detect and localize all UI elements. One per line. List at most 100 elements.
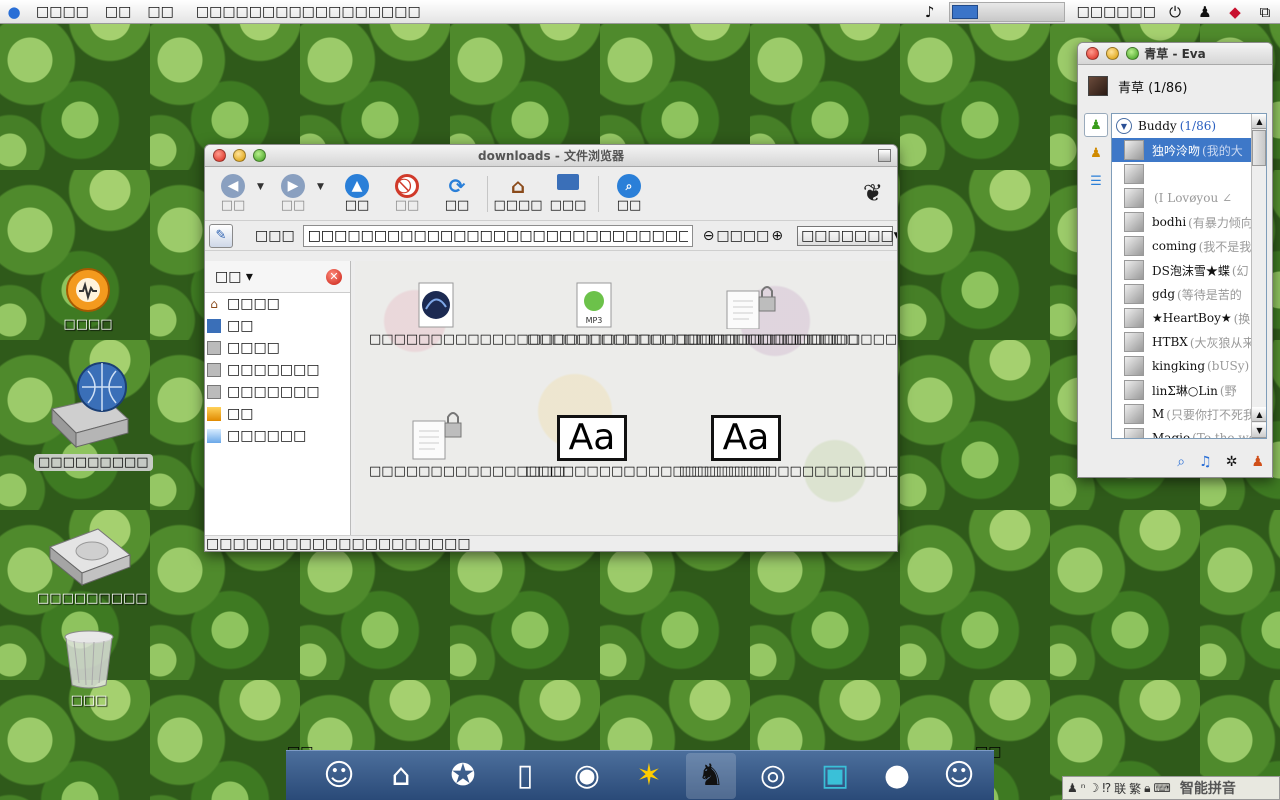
finder-icon[interactable]: ☺ bbox=[314, 753, 364, 799]
music-note-icon[interactable]: ♪ bbox=[919, 1, 941, 23]
buddy-avatar[interactable] bbox=[1124, 404, 1144, 424]
stop-button[interactable]: ⃠ □□ bbox=[383, 174, 431, 213]
buddy-avatar[interactable] bbox=[1124, 284, 1144, 304]
file-item[interactable]: □□□□□□□□□□□□□□□□□□□□□□□□□□□□□□□□□□□□□□□□… bbox=[369, 281, 897, 347]
finder-icon[interactable]: ☺ bbox=[934, 753, 984, 799]
ichat-icon[interactable]: ◉ bbox=[562, 753, 612, 799]
chevron-down-icon[interactable]: ▼ bbox=[1116, 118, 1132, 134]
ruby-icon[interactable]: ◆ bbox=[1224, 1, 1246, 23]
buddy-row[interactable]: gdg (等待是苦的 bbox=[1112, 282, 1266, 306]
clock[interactable]: □□□□□□ bbox=[1077, 4, 1156, 20]
buddy-row[interactable]: linΣ琳○Lin (野 bbox=[1112, 378, 1266, 402]
ime-mode-text[interactable]: 联 bbox=[1114, 780, 1126, 797]
zoom-in-icon[interactable]: ⊕ bbox=[771, 228, 783, 244]
file-browser-titlebar[interactable]: downloads - 文件浏览器 bbox=[205, 145, 897, 167]
home-button[interactable]: ⌂ □□□□ bbox=[493, 174, 542, 213]
zoom-out-icon[interactable]: ⊖ bbox=[703, 228, 715, 244]
menu-item-1[interactable]: □□ bbox=[97, 4, 139, 20]
buddy-row[interactable]: DS泡沫雪★蝶 (幻 bbox=[1112, 258, 1266, 282]
buddy-row[interactable]: bodhi (有暴力倾向 bbox=[1112, 210, 1266, 234]
minimize-button[interactable] bbox=[1106, 47, 1119, 60]
desktop-icon-network[interactable]: □□□□□□□□□ bbox=[34, 356, 153, 471]
tab-buddies[interactable]: ♟ bbox=[1084, 113, 1108, 137]
desktop-icon-audio[interactable]: □□□□ bbox=[33, 266, 143, 333]
buddy-row[interactable]: HTBX (大灰狼从来 bbox=[1112, 330, 1266, 354]
zoom-value[interactable]: □□□□ bbox=[716, 228, 769, 244]
buddy-group[interactable]: ▼ Buddy (1/86) bbox=[1112, 114, 1266, 138]
file-item[interactable]: Aa □□□□□□□□□□□□□□□□□□□□ bbox=[525, 413, 771, 479]
ime-punct-icon[interactable]: ⁉ bbox=[1102, 781, 1111, 795]
buddy-avatar[interactable] bbox=[1124, 428, 1144, 438]
im-titlebar[interactable]: 青草 - Eva bbox=[1078, 43, 1272, 65]
sidebar-item-trash[interactable]: □□ bbox=[205, 403, 350, 425]
toolbar-toggle-button[interactable] bbox=[878, 149, 891, 162]
close-button[interactable] bbox=[213, 149, 226, 162]
im-self-profile[interactable]: 青草 (1/86) bbox=[1078, 65, 1272, 107]
keyboard-icon[interactable]: ⌨ bbox=[1154, 781, 1171, 795]
sidebar-item-filesystem[interactable]: □□□□ bbox=[205, 337, 350, 359]
back-history-dropdown[interactable]: ▼ bbox=[257, 182, 269, 192]
location-input[interactable] bbox=[302, 224, 693, 247]
buddy-row[interactable]: Magie (To the wor bbox=[1112, 426, 1266, 438]
buddy-avatar[interactable] bbox=[1124, 308, 1144, 328]
buddy-row[interactable]: M (只要你打不死我 bbox=[1112, 402, 1266, 426]
sidebar-item-home[interactable]: ⌂ □□□□ bbox=[205, 293, 350, 315]
zoom-button[interactable] bbox=[253, 149, 266, 162]
file-item[interactable]: Aa □□□□□□□□□□□□□□□□□□□□□□□ bbox=[679, 413, 897, 479]
buddy-avatar[interactable] bbox=[1124, 260, 1144, 280]
forward-button[interactable]: ▶ □□ bbox=[269, 174, 317, 213]
close-sidebar-icon[interactable]: ✕ bbox=[326, 268, 342, 285]
sidebar-item-volume-1[interactable]: □□□□□□□ bbox=[205, 359, 350, 381]
file-icon-view[interactable]: □□□□□□□□□□□□□□□□□□□□□□□□□□□□□□□□□□□□□□□□… bbox=[355, 261, 897, 537]
buddy-avatar[interactable] bbox=[1124, 140, 1144, 160]
buddy-avatar[interactable] bbox=[1124, 212, 1144, 232]
qq-penguin-icon[interactable]: ♞ bbox=[686, 752, 736, 799]
buddy-row[interactable]: 独吟泠吻 (我的大 bbox=[1112, 138, 1266, 162]
app-menu[interactable]: □□□□ bbox=[28, 4, 97, 20]
search-button[interactable]: ⌕ □□ bbox=[605, 174, 653, 213]
view-mode-select[interactable]: □□□□□□□ ▼ bbox=[797, 225, 897, 246]
zoom-button[interactable] bbox=[1126, 47, 1139, 60]
ipod-icon[interactable]: ▯ bbox=[500, 753, 550, 799]
sidebar-title[interactable]: □□ ▾ bbox=[215, 269, 253, 285]
search-icon[interactable]: ⌕ bbox=[1177, 454, 1185, 470]
buddy-list-scrollbar[interactable]: ▲ ▲ ▼ bbox=[1251, 114, 1266, 438]
safari-icon[interactable]: ✪ bbox=[438, 753, 488, 799]
workspace-switcher[interactable] bbox=[948, 2, 1065, 22]
user-icon[interactable]: ♟ bbox=[1194, 1, 1216, 23]
buddy-row[interactable]: coming (我不是我 bbox=[1112, 234, 1266, 258]
aim-icon[interactable]: ✶ bbox=[624, 753, 674, 799]
settings-icon[interactable]: ✲ bbox=[1226, 454, 1238, 470]
tab-recent[interactable]: ☰ bbox=[1084, 169, 1108, 193]
scroll-down-button[interactable]: ▼ bbox=[1252, 423, 1266, 438]
buddy-avatar[interactable] bbox=[1124, 164, 1144, 184]
apple-icon[interactable]: ● bbox=[872, 753, 922, 799]
buddy-avatar[interactable] bbox=[1124, 332, 1144, 352]
home-icon[interactable]: ⌂ bbox=[376, 753, 426, 799]
apple-menu-icon[interactable]: ● bbox=[0, 3, 28, 21]
minimize-button[interactable] bbox=[233, 149, 246, 162]
up-button[interactable]: ▲ □□ bbox=[333, 174, 381, 213]
buddy-row[interactable] bbox=[1112, 162, 1266, 186]
forward-history-dropdown[interactable]: ▼ bbox=[317, 182, 329, 192]
workspace-thumbnail[interactable] bbox=[951, 5, 978, 19]
buddy-row[interactable]: (I Lovøyou ∠ bbox=[1112, 186, 1266, 210]
back-button[interactable]: ◀ □□ bbox=[209, 174, 257, 213]
buddy-avatar[interactable] bbox=[1124, 380, 1144, 400]
file-item[interactable]: □□□□□□□□□□□□□□□□ bbox=[369, 401, 566, 479]
penguin-icon[interactable]: ♟ bbox=[1067, 781, 1078, 795]
buddy-row[interactable]: kingking (bUSy) bbox=[1112, 354, 1266, 378]
scroll-down-button[interactable]: ▲ bbox=[1252, 407, 1266, 422]
file-item[interactable]: □□□□□□□□□□□□□ bbox=[683, 281, 843, 347]
volume-icon[interactable]: ♫ bbox=[1199, 454, 1212, 470]
lock-icon[interactable]: 🔒︎ bbox=[1144, 781, 1150, 796]
ime-name[interactable]: 智能拼音 bbox=[1180, 778, 1236, 798]
user-status-icon[interactable]: ♟ bbox=[1251, 454, 1264, 470]
photo-booth-icon[interactable]: ▣ bbox=[810, 753, 860, 799]
buddy-avatar[interactable] bbox=[1124, 236, 1144, 256]
sidebar-item-folder[interactable]: □□□□□□ bbox=[205, 425, 350, 447]
desktop-icon-harddisk[interactable]: □□□□□□□□□ bbox=[33, 506, 148, 607]
buddy-avatar[interactable] bbox=[1124, 356, 1144, 376]
edit-location-icon[interactable]: ✎ bbox=[209, 223, 233, 248]
computer-button[interactable]: □□□ bbox=[544, 174, 592, 213]
